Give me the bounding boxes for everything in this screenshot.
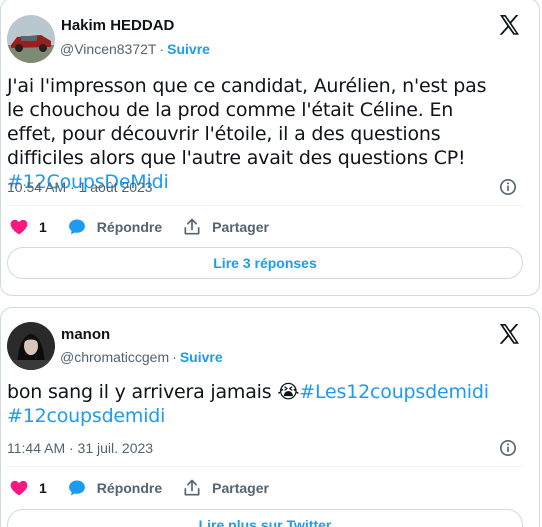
hashtag-link[interactable]: #12coupsdemidi [7, 405, 165, 427]
speech-bubble-icon [68, 480, 85, 496]
x-logo-icon[interactable] [497, 13, 521, 37]
action-bar: 1 Répondre Partager [9, 478, 289, 498]
tweet-text-segment: J'ai l'impresson que ce candidat, Auréli… [7, 75, 487, 169]
like-count: 1 [39, 219, 47, 235]
follow-button[interactable]: Suivre [180, 349, 223, 365]
speech-bubble-icon [68, 219, 85, 235]
separator-dot: · [159, 41, 165, 57]
share-icon [184, 479, 200, 496]
tweet-card[interactable]: Hakim HEDDAD @Vincen8372T · Suivre J'ai l'… [0, 0, 540, 296]
divider [7, 466, 523, 467]
reply-label: Répondre [96, 480, 163, 496]
like-count: 1 [39, 480, 47, 496]
reply-button[interactable]: Répondre [67, 217, 162, 237]
avatar[interactable] [7, 15, 55, 63]
avatar[interactable] [7, 322, 55, 370]
share-label: Partager [212, 219, 269, 235]
like-button[interactable]: 1 [9, 478, 47, 498]
info-icon[interactable] [499, 439, 517, 457]
author-handle[interactable]: @Vincen8372T [60, 41, 156, 57]
author-name[interactable]: Hakim HEDDAD [61, 17, 174, 34]
author-name[interactable]: manon [61, 326, 110, 343]
x-logo-icon[interactable] [497, 322, 521, 346]
reply-button[interactable]: Répondre [67, 478, 162, 498]
action-bar: 1 Répondre Partager [9, 217, 289, 237]
heart-icon [10, 219, 28, 235]
share-button[interactable]: Partager [182, 478, 269, 498]
separator-dot: · [172, 349, 177, 365]
tweet-card[interactable]: manon @chromaticcgem · Suivre bon sang il … [0, 307, 540, 527]
handle-row: @Vincen8372T · Suivre [60, 41, 210, 57]
timestamp[interactable]: 11:44 AM · 31 juil. 2023 [7, 440, 153, 456]
read-replies-button[interactable]: Lire 3 réponses [7, 247, 523, 279]
like-button[interactable]: 1 [9, 217, 47, 237]
divider [7, 205, 523, 206]
timestamp[interactable]: 10:54 AM · 1 août 2023 [7, 179, 153, 195]
info-icon[interactable] [499, 178, 517, 196]
tweet-text: bon sang il y arrivera jamais 😭#Les12cou… [7, 380, 507, 428]
reply-label: Répondre [96, 219, 163, 235]
hashtag-link[interactable]: #Les12coupsdemidi [299, 381, 489, 403]
share-icon [184, 218, 200, 235]
share-label: Partager [212, 480, 269, 496]
follow-button[interactable]: Suivre [167, 41, 210, 57]
author-handle[interactable]: @chromaticcgem [60, 349, 169, 365]
crying-face-emoji: 😭 [277, 381, 300, 403]
tweet-text: J'ai l'impresson que ce candidat, Auréli… [7, 74, 507, 194]
heart-icon [10, 480, 28, 496]
share-button[interactable]: Partager [182, 217, 269, 237]
handle-row: @chromaticcgem · Suivre [60, 349, 223, 365]
read-more-button[interactable]: Lire plus sur Twitter [7, 509, 523, 527]
tweet-text-segment: bon sang il y arrivera jamais [7, 381, 278, 403]
